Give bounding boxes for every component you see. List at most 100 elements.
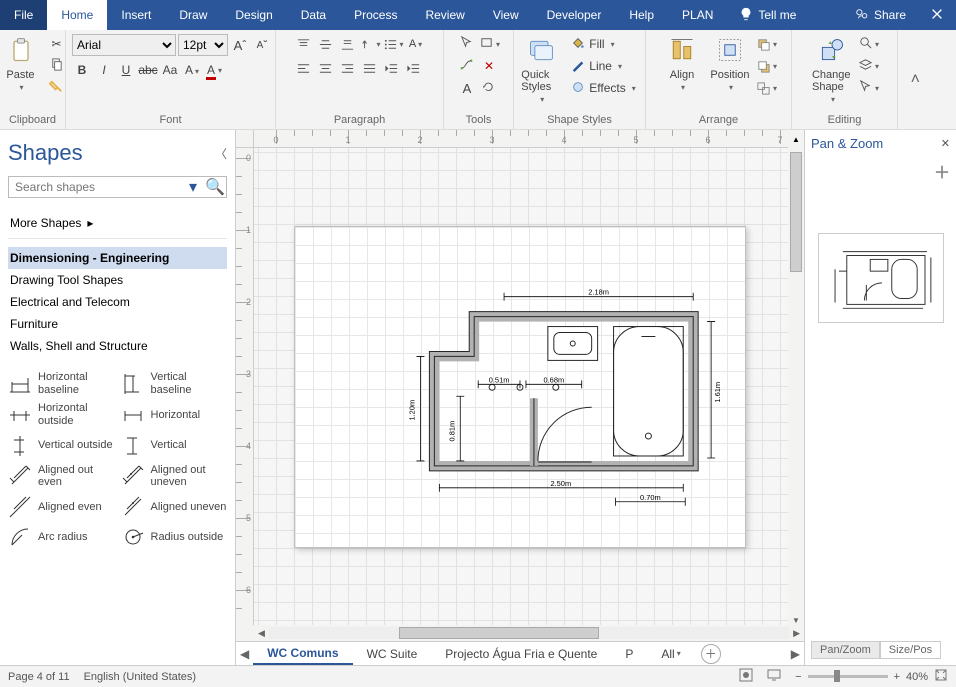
- quick-styles-button[interactable]: Quick Styles▾: [519, 34, 563, 106]
- panzoom-add[interactable]: ＋: [811, 159, 950, 183]
- category-walls[interactable]: Walls, Shell and Structure: [8, 335, 227, 357]
- select-button[interactable]: ▾: [858, 78, 879, 98]
- ink-tool[interactable]: [479, 78, 499, 98]
- add-sheet-button[interactable]: ＋: [701, 644, 721, 664]
- stencil-v-baseline[interactable]: Vertical baseline: [121, 369, 228, 398]
- find-button[interactable]: ▾: [858, 34, 879, 54]
- font-name-select[interactable]: Arial: [72, 34, 176, 56]
- close-window[interactable]: [918, 0, 956, 30]
- group-button[interactable]: ▾: [756, 78, 777, 98]
- orientation-button[interactable]: ▾: [359, 34, 380, 54]
- tab-design[interactable]: Design: [221, 0, 286, 30]
- send-back-button[interactable]: ▾: [756, 56, 777, 76]
- tab-view[interactable]: View: [479, 0, 533, 30]
- drawing-canvas[interactable]: 2.18m 1.61m 2.50m 0.70m 1.20m 0.81m 0.51…: [254, 148, 804, 625]
- panzoom-tab-panzoom[interactable]: Pan/Zoom: [811, 641, 880, 659]
- sheet-tab-wc-suite[interactable]: WC Suite: [353, 642, 432, 665]
- sheet-tab-all[interactable]: All ▾: [647, 642, 694, 665]
- panzoom-tab-sizepos[interactable]: Size/Pos: [880, 641, 941, 659]
- connector-tool[interactable]: [457, 56, 477, 76]
- tab-file[interactable]: File: [0, 0, 47, 30]
- tab-process[interactable]: Process: [340, 0, 411, 30]
- more-shapes[interactable]: More Shapes▸: [8, 212, 227, 234]
- underline-button[interactable]: U: [116, 60, 136, 80]
- category-furniture[interactable]: Furniture: [8, 313, 227, 335]
- text-direction-button[interactable]: A▾: [406, 34, 426, 54]
- presentation-mode-button[interactable]: [767, 668, 781, 685]
- align-bottom-button[interactable]: [337, 34, 357, 54]
- category-dimensioning[interactable]: Dimensioning - Engineering: [8, 247, 227, 269]
- zoom-in-button[interactable]: +: [894, 671, 900, 683]
- stencil-horizontal[interactable]: Horizontal: [121, 400, 228, 429]
- sheet-tab-wc-comuns[interactable]: WC Comuns: [253, 642, 352, 665]
- tab-plan[interactable]: PLAN: [668, 0, 727, 30]
- sheet-tab-p[interactable]: P: [611, 642, 647, 665]
- tab-draw[interactable]: Draw: [165, 0, 221, 30]
- tab-developer[interactable]: Developer: [533, 0, 616, 30]
- align-button[interactable]: Align▾: [660, 34, 704, 94]
- category-electrical[interactable]: Electrical and Telecom: [8, 291, 227, 313]
- tab-home[interactable]: Home: [47, 0, 107, 30]
- position-button[interactable]: Position▾: [708, 34, 752, 94]
- scrollbar-vertical[interactable]: ▼: [788, 148, 804, 625]
- category-drawing-tools[interactable]: Drawing Tool Shapes: [8, 269, 227, 291]
- share-button[interactable]: Share: [843, 0, 918, 30]
- change-case-button[interactable]: Aa: [160, 60, 180, 80]
- connection-point-tool[interactable]: ✕: [479, 56, 499, 76]
- bring-front-button[interactable]: ▾: [756, 34, 777, 54]
- stencil-h-baseline[interactable]: Horizontal baseline: [8, 369, 115, 398]
- change-shape-button[interactable]: Change Shape▾: [810, 34, 854, 106]
- font-size-select[interactable]: 12pt: [178, 34, 228, 56]
- status-language[interactable]: English (United States): [84, 671, 197, 683]
- stencil-aligned-out-even[interactable]: Aligned out even: [8, 462, 115, 491]
- italic-button[interactable]: I: [94, 60, 114, 80]
- collapse-shapes-button[interactable]: 〈: [215, 145, 227, 162]
- layers-button[interactable]: ▾: [858, 56, 879, 76]
- sheet-next[interactable]: ▶: [787, 647, 804, 661]
- cut-button[interactable]: ✂: [47, 34, 67, 54]
- strike-button[interactable]: abc: [138, 60, 158, 80]
- shrink-font-button[interactable]: Aˇ: [252, 35, 272, 55]
- decrease-indent-button[interactable]: [381, 58, 401, 78]
- macro-record-button[interactable]: [739, 668, 753, 685]
- fill-button[interactable]: Fill▾: [567, 34, 639, 54]
- panzoom-close[interactable]: ✕: [941, 137, 950, 150]
- line-button[interactable]: Line▾: [567, 56, 639, 76]
- grow-font-button[interactable]: Aˆ: [230, 35, 250, 55]
- tellme[interactable]: Tell me: [727, 0, 808, 30]
- search-dropdown[interactable]: ▾: [182, 177, 204, 197]
- align-center-button[interactable]: [315, 58, 335, 78]
- text-tool[interactable]: A: [457, 78, 477, 98]
- stencil-radius-outside[interactable]: Radius outside: [121, 523, 228, 551]
- fit-page-button[interactable]: [934, 668, 948, 685]
- justify-button[interactable]: [359, 58, 379, 78]
- tab-help[interactable]: Help: [615, 0, 668, 30]
- stencil-v-outside[interactable]: Vertical outside: [8, 432, 115, 460]
- rectangle-tool[interactable]: ▾: [479, 34, 500, 54]
- zoom-slider[interactable]: [808, 675, 888, 678]
- stencil-aligned-even[interactable]: Aligned even: [8, 493, 115, 521]
- scroll-up[interactable]: ▲: [788, 130, 804, 148]
- stencil-aligned-out-uneven[interactable]: Aligned out uneven: [121, 462, 228, 491]
- effects-button[interactable]: Effects▾: [567, 78, 639, 98]
- scroll-right[interactable]: ▶: [789, 628, 804, 639]
- align-right-button[interactable]: [337, 58, 357, 78]
- bold-button[interactable]: B: [72, 60, 92, 80]
- font-color-button[interactable]: A▾: [204, 60, 224, 80]
- highlight-button[interactable]: A▾: [182, 60, 202, 80]
- align-top-button[interactable]: [293, 34, 313, 54]
- format-painter-button[interactable]: [47, 78, 67, 98]
- zoom-out-button[interactable]: −: [795, 671, 801, 683]
- bullets-button[interactable]: ▾: [383, 34, 404, 54]
- tab-data[interactable]: Data: [287, 0, 340, 30]
- align-middle-button[interactable]: [315, 34, 335, 54]
- align-left-button[interactable]: [293, 58, 313, 78]
- copy-button[interactable]: [47, 56, 67, 76]
- panzoom-thumbnail[interactable]: [818, 233, 944, 323]
- tab-insert[interactable]: Insert: [107, 0, 165, 30]
- pointer-tool[interactable]: [457, 34, 477, 54]
- stencil-vertical[interactable]: Vertical: [121, 432, 228, 460]
- sheet-tab-projecto[interactable]: Projecto Água Fria e Quente: [431, 642, 611, 665]
- collapse-ribbon-button[interactable]: ˄: [911, 71, 920, 89]
- stencil-h-outside[interactable]: Horizontal outside: [8, 400, 115, 429]
